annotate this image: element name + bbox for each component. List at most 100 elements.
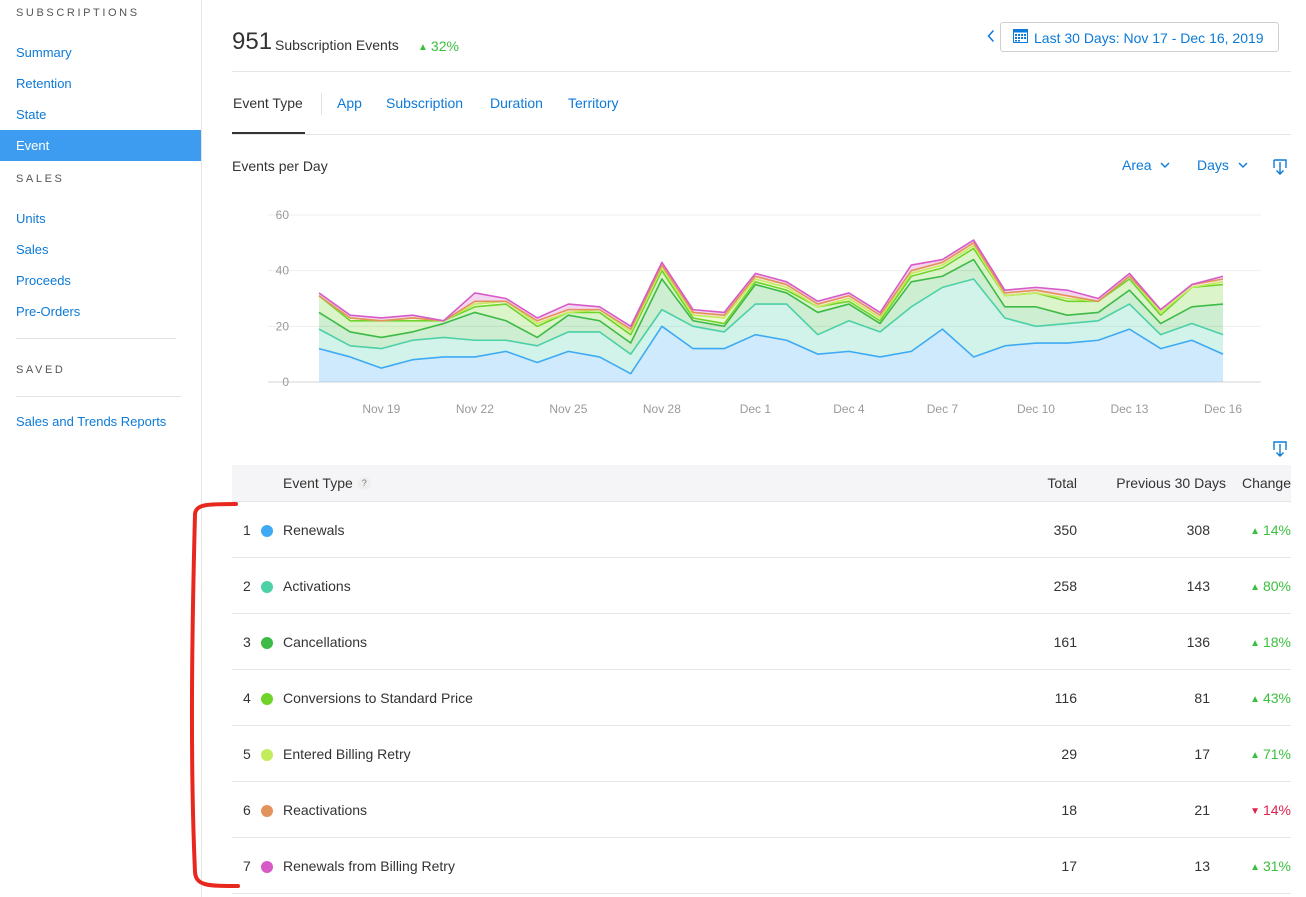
x-tick-label: Dec 7 (927, 402, 959, 416)
x-tick-label: Nov 25 (549, 402, 587, 416)
table-header: Event Type? Total Previous 30 Days Chang… (232, 465, 1291, 502)
sidebar-item-proceeds[interactable]: Proceeds (0, 265, 201, 296)
row-total: 161 (1053, 634, 1077, 650)
row-change-value: 14% (1262, 522, 1291, 538)
row-change: ▲ 18% (1250, 634, 1291, 650)
download-icon (1273, 441, 1287, 457)
row-rank: 5 (243, 746, 251, 762)
chart-title: Events per Day (232, 158, 328, 174)
table-row[interactable]: 2 Activations 258 143 ▲ 80% (232, 558, 1291, 614)
x-tick-label: Nov 22 (456, 402, 494, 416)
table-row[interactable]: 4 Conversions to Standard Price 116 81 ▲ 43% (232, 670, 1291, 726)
row-total: 17 (1061, 858, 1077, 874)
x-tick-label: Nov 28 (643, 402, 681, 416)
row-total: 116 (1054, 690, 1077, 706)
row-total: 350 (1053, 522, 1077, 538)
sidebar-item-units[interactable]: Units (0, 203, 201, 234)
row-event-type: Activations (283, 578, 351, 594)
row-change: ▲ 71% (1250, 746, 1291, 762)
up-triangle-icon: ▲ (1250, 582, 1260, 593)
x-tick-label: Dec 1 (740, 402, 772, 416)
row-rank: 6 (243, 802, 251, 818)
sidebar-section-subscriptions: SUBSCRIPTIONS Summary Retention State Ev… (0, 3, 201, 161)
date-range-label: Last 30 Days: Nov 17 - Dec 16, 2019 (1034, 30, 1264, 46)
row-change: ▲ 31% (1250, 858, 1291, 874)
row-event-type: Cancellations (283, 634, 368, 650)
table-row[interactable]: 6 Reactivations 18 21 ▼ 14% (232, 782, 1291, 838)
x-tick-label: Dec 13 (1110, 402, 1148, 416)
sidebar-section-saved: SAVED (0, 360, 201, 380)
tab-event-type[interactable]: Event Type (233, 95, 303, 111)
tab-duration[interactable]: Duration (490, 95, 543, 111)
row-previous: 143 (1186, 578, 1210, 594)
series-color-dot (261, 525, 273, 537)
row-total: 258 (1053, 578, 1077, 594)
tab-subscription[interactable]: Subscription (386, 95, 463, 111)
sidebar-item-retention[interactable]: Retention (0, 68, 201, 99)
row-event-type: Conversions to Standard Price (283, 690, 473, 706)
series-color-dot (261, 749, 273, 761)
sidebar-heading-saved: SAVED (16, 364, 66, 376)
table-row[interactable]: 5 Entered Billing Retry 29 17 ▲ 71% (232, 726, 1291, 782)
sidebar-item-event[interactable]: Event (0, 130, 201, 161)
sidebar-divider (16, 338, 176, 339)
sidebar-item-state[interactable]: State (0, 99, 201, 130)
y-tick-label: 20 (276, 319, 290, 333)
table-row[interactable]: 7 Renewals from Billing Retry 17 13 ▲ 31% (232, 838, 1291, 894)
chevron-down-icon (1160, 162, 1170, 168)
chart-type-select[interactable]: Area (1122, 157, 1170, 173)
row-previous: 81 (1194, 690, 1210, 706)
summary-header: 951 Subscription Events ▲ 32% Last 30 Day… (232, 22, 1291, 72)
down-triangle-icon: ▼ (1250, 806, 1260, 817)
sidebar-item-summary[interactable]: Summary (0, 37, 201, 68)
sidebar-item-pre-orders[interactable]: Pre-Orders (0, 296, 201, 327)
series-color-dot (261, 581, 273, 593)
chevron-down-icon (1238, 162, 1248, 168)
y-tick-label: 40 (276, 264, 290, 278)
series-color-dot (261, 805, 273, 817)
column-header-total[interactable]: Total (1047, 475, 1077, 491)
date-range-picker[interactable]: Last 30 Days: Nov 17 - Dec 16, 2019 (1000, 22, 1279, 52)
row-change: ▼ 14% (1250, 802, 1291, 818)
column-header-event-type[interactable]: Event Type? (283, 475, 371, 491)
up-triangle-icon: ▲ (1250, 526, 1260, 537)
up-triangle-icon: ▲ (1250, 750, 1260, 761)
row-previous: 308 (1186, 522, 1210, 538)
x-tick-label: Dec 4 (833, 402, 865, 416)
help-icon[interactable]: ? (357, 477, 371, 490)
previous-period-button[interactable] (987, 29, 995, 48)
sidebar-divider (16, 396, 181, 397)
sidebar-item-sales[interactable]: Sales (0, 234, 201, 265)
row-previous: 136 (1186, 634, 1210, 650)
x-tick-label: Dec 16 (1204, 402, 1242, 416)
y-tick-label: 60 (276, 208, 290, 222)
column-header-change[interactable]: Change (1242, 475, 1291, 491)
sidebar-item-sales-and-trends-reports[interactable]: Sales and Trends Reports (0, 406, 201, 437)
tab-app[interactable]: App (337, 95, 362, 111)
granularity-value: Days (1197, 157, 1229, 173)
event-count: 951 (232, 28, 273, 55)
row-event-type: Renewals (283, 522, 345, 538)
table-download-button[interactable] (1273, 441, 1287, 463)
row-change: ▲ 43% (1250, 690, 1291, 706)
calendar-icon (1013, 29, 1028, 43)
table-row[interactable]: 1 Renewals 350 308 ▲ 14% (232, 502, 1291, 558)
column-header-previous[interactable]: Previous 30 Days (1116, 475, 1226, 491)
row-rank: 7 (243, 858, 251, 874)
row-change-value: 43% (1262, 690, 1291, 706)
sidebar-section-sales: SALES Units Sales Proceeds Pre-Orders (0, 169, 201, 327)
x-tick-label: Nov 19 (362, 402, 400, 416)
row-event-type: Entered Billing Retry (283, 746, 411, 762)
table-row[interactable]: 3 Cancellations 161 136 ▲ 18% (232, 614, 1291, 670)
row-change-value: 18% (1262, 634, 1291, 650)
row-total: 29 (1061, 746, 1077, 762)
chart-download-button[interactable] (1273, 159, 1287, 181)
row-rank: 3 (243, 634, 251, 650)
row-change-value: 14% (1262, 802, 1291, 818)
granularity-select[interactable]: Days (1197, 157, 1248, 173)
row-rank: 4 (243, 690, 251, 706)
up-triangle-icon: ▲ (1250, 638, 1260, 649)
row-change-value: 80% (1262, 578, 1291, 594)
row-previous: 13 (1194, 858, 1210, 874)
tab-territory[interactable]: Territory (568, 95, 619, 111)
